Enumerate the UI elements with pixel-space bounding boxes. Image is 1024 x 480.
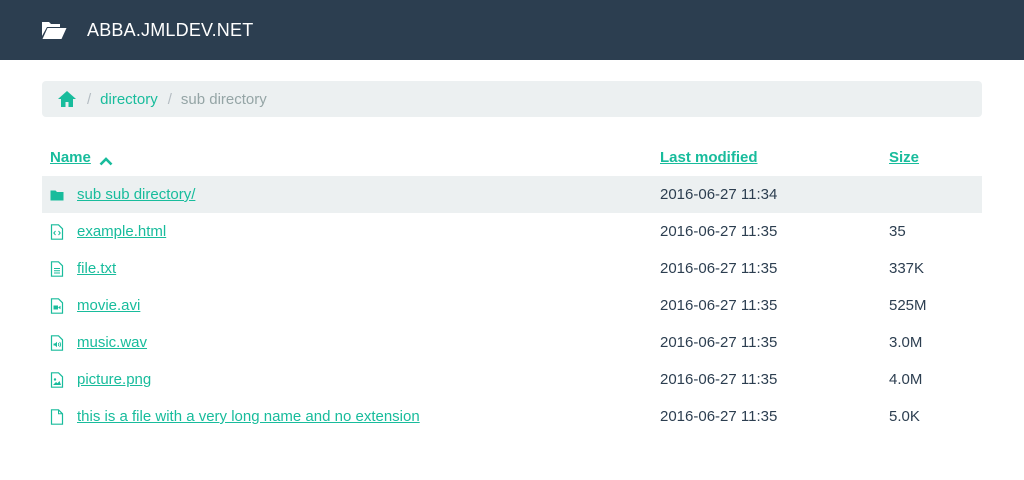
file-code-icon: [50, 223, 64, 240]
table-row[interactable]: file.txt 2016-06-27 11:35 337K: [42, 250, 982, 287]
file-image-icon: [50, 371, 64, 388]
file-link[interactable]: this is a file with a very long name and…: [77, 408, 420, 425]
column-header-name: Name: [42, 139, 660, 176]
size-cell: 35: [889, 223, 906, 240]
table-header-row: Name Last modified Size: [42, 139, 982, 176]
file-link[interactable]: sub sub directory/: [77, 186, 195, 203]
home-icon[interactable]: [57, 90, 77, 108]
navbar: ABBA.JMLDEV.NET: [0, 0, 1024, 60]
folder-icon: [50, 187, 64, 203]
size-cell: 4.0M: [889, 371, 923, 388]
modified-cell: 2016-06-27 11:35: [660, 297, 778, 314]
file-listing-table: Name Last modified Size sub sub director…: [42, 139, 982, 435]
file-icon: [50, 408, 64, 425]
column-header-size: Size: [889, 139, 982, 176]
breadcrumb-link-directory[interactable]: directory: [100, 91, 158, 108]
modified-cell: 2016-06-27 11:35: [660, 371, 778, 388]
sort-by-name-link[interactable]: Name: [50, 149, 91, 166]
table-row[interactable]: example.html 2016-06-27 11:35 35: [42, 213, 982, 250]
folder-open-icon: [41, 20, 67, 40]
breadcrumb-separator: /: [87, 90, 92, 108]
table-row[interactable]: picture.png 2016-06-27 11:35 4.0M: [42, 361, 982, 398]
sort-by-size-link[interactable]: Size: [889, 149, 919, 166]
file-audio-icon: [50, 334, 64, 351]
file-link[interactable]: picture.png: [77, 371, 151, 388]
chevron-up-icon[interactable]: [99, 153, 113, 166]
size-cell: 337K: [889, 260, 925, 277]
file-link[interactable]: movie.avi: [77, 297, 140, 314]
table-row[interactable]: music.wav 2016-06-27 11:35 3.0M: [42, 324, 982, 361]
size-cell: [889, 176, 982, 213]
table-row[interactable]: this is a file with a very long name and…: [42, 398, 982, 435]
file-text-icon: [50, 260, 64, 277]
file-video-icon: [50, 297, 64, 314]
table-row[interactable]: movie.avi 2016-06-27 11:35 525M: [42, 287, 982, 324]
size-cell: 3.0M: [889, 334, 923, 351]
modified-cell: 2016-06-27 11:35: [660, 334, 778, 351]
size-cell: 525M: [889, 297, 927, 314]
file-link[interactable]: example.html: [77, 223, 166, 240]
site-title[interactable]: ABBA.JMLDEV.NET: [87, 20, 253, 41]
modified-cell: 2016-06-27 11:34: [660, 176, 889, 213]
modified-cell: 2016-06-27 11:35: [660, 223, 778, 240]
file-link[interactable]: music.wav: [77, 334, 147, 351]
column-header-modified: Last modified: [660, 139, 889, 176]
sort-by-modified-link[interactable]: Last modified: [660, 149, 758, 166]
size-cell: 5.0K: [889, 408, 920, 425]
breadcrumb-separator: /: [167, 90, 172, 108]
modified-cell: 2016-06-27 11:35: [660, 260, 778, 277]
modified-cell: 2016-06-27 11:35: [660, 408, 778, 425]
breadcrumb-current: sub directory: [180, 90, 267, 108]
breadcrumb: / directory / sub directory: [42, 81, 982, 117]
table-row[interactable]: sub sub directory/ 2016-06-27 11:34: [42, 176, 982, 213]
file-link[interactable]: file.txt: [77, 260, 116, 277]
